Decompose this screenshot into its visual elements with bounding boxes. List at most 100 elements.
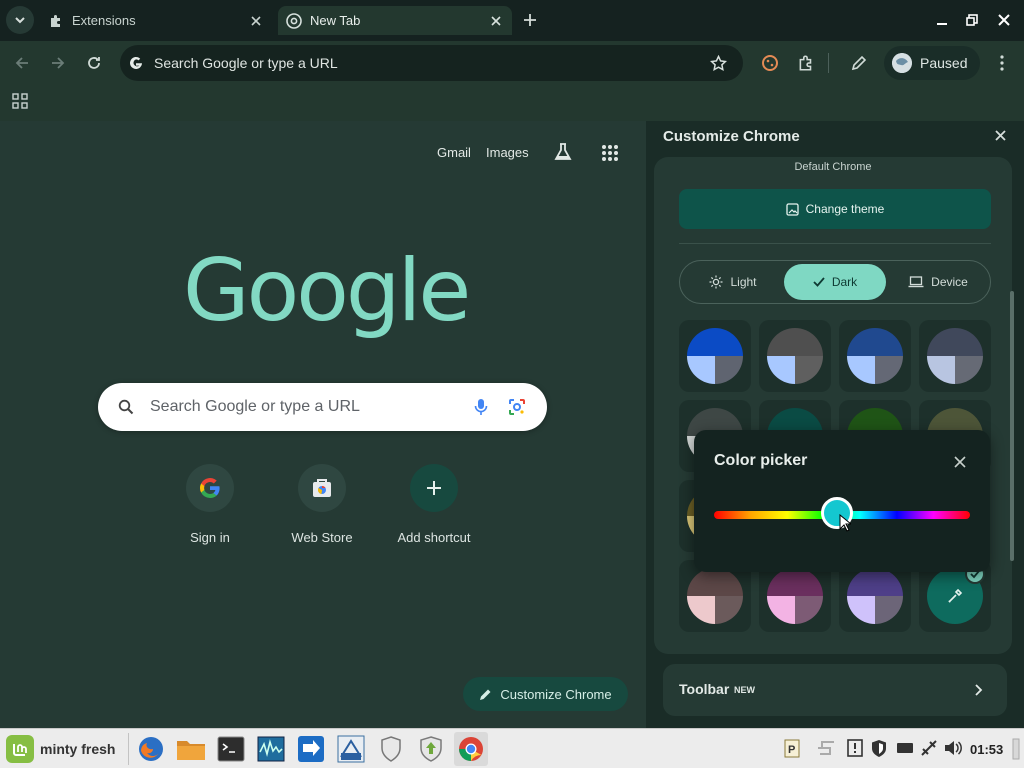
search-placeholder: Search Google or type a URL bbox=[150, 398, 360, 415]
network-tray-icon[interactable] bbox=[919, 738, 939, 758]
more-vert-icon bbox=[1000, 55, 1004, 71]
back-button[interactable] bbox=[8, 49, 36, 77]
side-panel-scrollbar[interactable] bbox=[1010, 291, 1014, 561]
system-monitor-launcher[interactable] bbox=[254, 732, 288, 766]
tab-new-tab[interactable]: New Tab bbox=[278, 6, 512, 35]
mode-dark[interactable]: Dark bbox=[784, 264, 886, 300]
close-icon[interactable] bbox=[954, 456, 966, 468]
chevron-right-icon bbox=[975, 684, 983, 696]
chrome-icon bbox=[286, 12, 302, 29]
omnibox-placeholder: Search Google or type a URL bbox=[154, 55, 338, 71]
vista-icon bbox=[337, 735, 365, 763]
mode-dark-label: Dark bbox=[831, 275, 858, 289]
color-swatch[interactable] bbox=[839, 320, 911, 392]
start-menu-button[interactable]: minty fresh bbox=[2, 732, 126, 766]
files-launcher[interactable] bbox=[174, 732, 208, 766]
mouse-cursor-icon bbox=[839, 514, 851, 532]
swatch-dot bbox=[847, 568, 903, 624]
web-store-icon bbox=[298, 464, 346, 512]
scroll-tray-icon[interactable] bbox=[816, 738, 836, 758]
color-swatch[interactable] bbox=[679, 320, 751, 392]
plus-icon bbox=[524, 14, 536, 26]
color-swatch[interactable] bbox=[919, 320, 991, 392]
change-theme-button[interactable]: Change theme bbox=[679, 189, 991, 229]
menu-button[interactable] bbox=[988, 49, 1016, 77]
labs-icon[interactable] bbox=[553, 142, 573, 162]
check-icon bbox=[813, 276, 825, 288]
chrome-launcher[interactable] bbox=[454, 732, 488, 766]
profile-button[interactable]: Paused bbox=[884, 46, 980, 80]
shortcut-label: Web Store bbox=[291, 530, 353, 545]
keyboard-tray-icon[interactable] bbox=[895, 738, 915, 758]
color-picker-title: Color picker bbox=[714, 452, 808, 469]
apps-grid-icon bbox=[12, 93, 28, 109]
system-monitor-icon bbox=[257, 736, 285, 762]
bookmarks-bar bbox=[0, 85, 1024, 121]
new-tab-page: Gmail Images Google Search Google or typ… bbox=[0, 121, 646, 728]
new-badge: NEW bbox=[734, 685, 755, 695]
vista-app-launcher[interactable] bbox=[334, 732, 368, 766]
puzzle-icon bbox=[48, 13, 64, 29]
shortcut-web-store[interactable]: Web Store bbox=[272, 464, 372, 545]
toolbar-settings-row[interactable]: Toolbar NEW bbox=[663, 664, 1007, 716]
google-apps-icon[interactable] bbox=[601, 144, 619, 162]
swatch-dot bbox=[687, 328, 743, 384]
close-icon[interactable] bbox=[486, 11, 506, 31]
maximize-button[interactable] bbox=[958, 6, 986, 34]
swatch-dot bbox=[927, 328, 983, 384]
customize-side-panel-button[interactable] bbox=[845, 49, 873, 77]
close-window-button[interactable] bbox=[990, 6, 1018, 34]
close-icon[interactable] bbox=[995, 130, 1006, 141]
shortcut-add[interactable]: Add shortcut bbox=[384, 464, 484, 545]
close-icon[interactable] bbox=[246, 11, 266, 31]
omnibox[interactable]: Search Google or type a URL bbox=[120, 45, 743, 81]
tab-extensions[interactable]: Extensions bbox=[40, 6, 272, 35]
ntp-search-box[interactable]: Search Google or type a URL bbox=[98, 383, 547, 431]
extensions-button[interactable] bbox=[792, 49, 820, 77]
minimize-button[interactable] bbox=[928, 6, 956, 34]
mode-device-label: Device bbox=[931, 275, 968, 289]
apps-button[interactable] bbox=[12, 93, 28, 109]
taskbar: minty fresh P 01:53 bbox=[0, 728, 1024, 768]
show-desktop-button[interactable] bbox=[1012, 738, 1020, 760]
color-swatch[interactable] bbox=[759, 320, 831, 392]
google-g-icon bbox=[186, 464, 234, 512]
tab-strip: Extensions New Tab bbox=[0, 0, 1024, 41]
firefox-launcher[interactable] bbox=[134, 732, 168, 766]
microphone-icon[interactable] bbox=[474, 398, 488, 416]
customize-chrome-button[interactable]: Customize Chrome bbox=[463, 677, 628, 711]
reload-icon bbox=[88, 57, 100, 69]
notes-tray-icon[interactable] bbox=[845, 738, 865, 758]
customize-side-panel: Customize Chrome Default Chrome Change t… bbox=[646, 121, 1024, 728]
volume-tray-icon[interactable] bbox=[943, 738, 963, 758]
change-theme-label: Change theme bbox=[805, 202, 885, 216]
reload-button[interactable] bbox=[80, 49, 108, 77]
lens-icon[interactable] bbox=[508, 398, 526, 416]
side-panel-title: Customize Chrome bbox=[663, 128, 800, 145]
taskbar-divider bbox=[128, 733, 129, 765]
plus-icon bbox=[410, 464, 458, 512]
shortcut-sign-in[interactable]: Sign in bbox=[160, 464, 260, 545]
clipboard-tray-icon[interactable]: P bbox=[782, 738, 802, 758]
appearance-card: Default Chrome Change theme Light Dark D… bbox=[654, 157, 1012, 654]
mode-light[interactable]: Light bbox=[683, 264, 783, 300]
terminal-launcher[interactable] bbox=[214, 732, 248, 766]
images-link[interactable]: Images bbox=[486, 145, 529, 160]
mode-device[interactable]: Device bbox=[888, 264, 988, 300]
mode-light-label: Light bbox=[730, 275, 757, 289]
security-app-launcher[interactable] bbox=[374, 732, 408, 766]
eyedropper-icon bbox=[948, 588, 963, 603]
cookie-icon bbox=[762, 55, 778, 71]
transfer-app-launcher[interactable] bbox=[294, 732, 328, 766]
cookie-extension-button[interactable] bbox=[756, 49, 784, 77]
shield-tray-icon[interactable] bbox=[869, 738, 889, 758]
toolbar-divider bbox=[828, 53, 829, 73]
tab-search-button[interactable] bbox=[6, 6, 34, 34]
gmail-link[interactable]: Gmail bbox=[437, 145, 471, 160]
new-tab-button[interactable] bbox=[516, 6, 544, 34]
toolbar: Search Google or type a URL Paused bbox=[0, 41, 1024, 85]
chevron-down-icon bbox=[15, 17, 25, 24]
update-manager-launcher[interactable] bbox=[414, 732, 448, 766]
star-icon[interactable] bbox=[710, 55, 727, 72]
forward-button[interactable] bbox=[44, 49, 72, 77]
